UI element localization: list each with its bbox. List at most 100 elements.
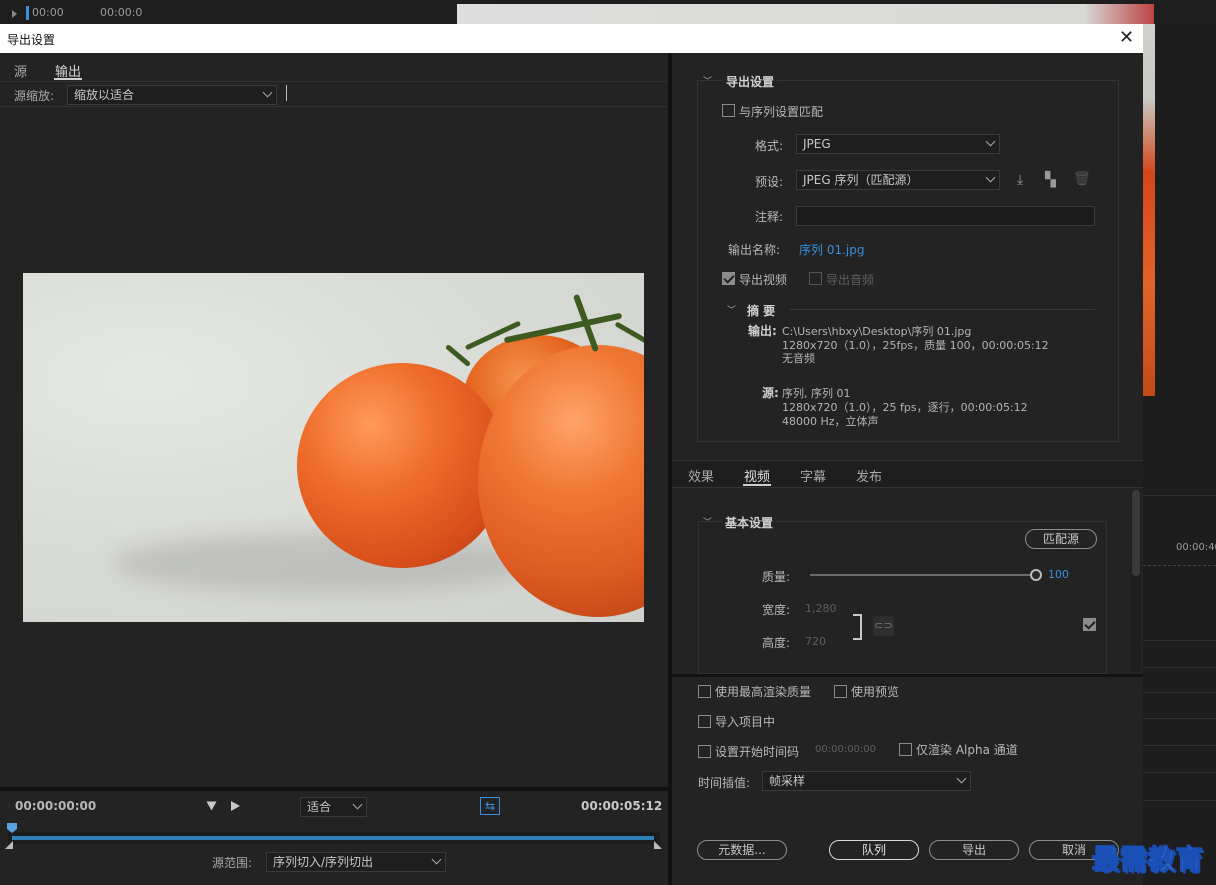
tomato-left [297, 363, 507, 568]
output-name-label: 输出名称: [728, 243, 781, 257]
use-previews-checkbox[interactable] [834, 685, 847, 698]
dialog-titlebar[interactable] [0, 24, 1143, 53]
aspect-correction-icon[interactable]: ⇆ [480, 797, 500, 815]
quality-slider[interactable] [810, 574, 1036, 576]
comment-label: 注释: [755, 210, 784, 224]
chevron-down-icon [956, 773, 967, 784]
export-settings-title: 导出设置 [723, 73, 778, 90]
format-label: 格式: [755, 139, 784, 153]
fit-value: 适合 [307, 800, 332, 814]
summary-source-audio: 48000 Hz，立体声 [782, 415, 879, 428]
chevron-down-icon [352, 799, 363, 810]
quality-label: 质量: [762, 570, 791, 584]
bg-timecode-left: 00:00 [32, 6, 64, 19]
export-audio-label: 导出音频 [826, 273, 875, 287]
tab-publish[interactable]: 发布 [856, 466, 882, 485]
summary-output-spec: 1280x720（1.0），25fps，质量 100，00:00:05:12 [782, 339, 1049, 352]
bg-divider [1143, 718, 1216, 719]
bg-divider [1143, 772, 1216, 773]
summary-source-label: 源: [762, 386, 779, 400]
render-alpha-only-checkbox[interactable] [899, 743, 912, 756]
tab-captions[interactable]: 字幕 [800, 466, 826, 485]
match-sequence-label: 与序列设置匹配 [739, 105, 824, 119]
chevron-down-icon [431, 854, 442, 865]
dialog-title: 导出设置 [7, 33, 56, 47]
fit-dropdown[interactable]: 适合 [300, 797, 367, 817]
height-value[interactable]: 720 [805, 635, 826, 648]
export-video-checkbox[interactable] [722, 272, 735, 285]
in-point-marker[interactable] [5, 841, 13, 849]
export-video-label: 导出视频 [739, 273, 788, 287]
tab-underline [54, 78, 82, 80]
chevron-down-icon [262, 87, 273, 98]
match-sequence-checkbox[interactable] [722, 104, 735, 117]
bg-divider [1143, 692, 1216, 693]
close-button[interactable]: ✕ [1119, 29, 1134, 47]
width-value[interactable]: 1,280 [805, 602, 837, 615]
output-name-link[interactable]: 序列 01.jpg [799, 241, 864, 258]
render-alpha-only-label: 仅渲染 Alpha 通道 [916, 743, 1018, 757]
set-start-timecode-label: 设置开始时间码 [715, 745, 800, 759]
video-preview [23, 273, 644, 622]
chain-link-icon[interactable]: ⊂⊃ [873, 616, 894, 636]
source-range-dropdown[interactable]: 序列切入/序列切出 [266, 852, 446, 872]
export-audio-checkbox[interactable] [809, 272, 822, 285]
start-timecode-value[interactable]: 00:00:00:00 [815, 744, 876, 755]
source-scale-label: 源缩放: [14, 89, 55, 103]
bg-play-icon [12, 10, 17, 18]
link-bracket [853, 614, 862, 640]
bg-playhead [26, 6, 29, 20]
source-range-value: 序列切入/序列切出 [273, 855, 374, 869]
format-value: JPEG [803, 137, 831, 151]
format-dropdown[interactable]: JPEG [796, 134, 1000, 154]
set-out-point-icon[interactable] [231, 801, 240, 811]
summary-output-label: 输出: [748, 324, 777, 338]
metadata-button[interactable]: 元数据... [697, 840, 787, 860]
out-point-marker[interactable] [654, 841, 662, 849]
match-source-button[interactable]: 匹配源 [1025, 529, 1097, 549]
bg-timecode-right: 00:00:0 [100, 6, 143, 19]
tab-effects[interactable]: 效果 [688, 466, 714, 485]
tab-divider [0, 81, 668, 82]
max-render-quality-checkbox[interactable] [698, 685, 711, 698]
bottom-divider [672, 674, 1143, 677]
watermark-logo: 最需教育 [1092, 845, 1204, 877]
set-start-timecode-checkbox[interactable] [698, 745, 711, 758]
bg-divider [1143, 667, 1216, 668]
width-label: 宽度: [762, 603, 791, 617]
height-label: 高度: [762, 636, 791, 650]
delete-preset-icon[interactable]: 🗑 [1073, 172, 1091, 186]
time-interpolation-dropdown[interactable]: 帧采样 [762, 771, 971, 791]
playback-divider [0, 787, 668, 791]
source-scale-value: 缩放以适合 [74, 88, 135, 102]
source-scale-dropdown[interactable]: 缩放以适合 [67, 85, 277, 105]
scrollbar-thumb[interactable] [1132, 490, 1140, 576]
quality-slider-knob[interactable] [1030, 569, 1042, 581]
import-preset-icon[interactable]: ▚ [1045, 173, 1056, 187]
comment-input[interactable] [796, 206, 1095, 226]
current-timecode[interactable]: 00:00:00:00 [15, 799, 96, 813]
scrubber-range[interactable] [12, 836, 654, 840]
chevron-down-icon [985, 172, 996, 183]
basic-caret-icon[interactable]: ﹀ [703, 515, 712, 528]
tab-source[interactable]: 源 [14, 61, 27, 80]
source-range-label: 源范围: [212, 856, 253, 870]
summary-caret-icon[interactable]: ﹀ [727, 303, 736, 316]
export-button[interactable]: 导出 [929, 840, 1019, 860]
set-in-point-icon[interactable] [206, 801, 217, 811]
save-preset-icon[interactable]: ⤓ [1017, 173, 1023, 187]
tab-video[interactable]: 视频 [744, 466, 770, 485]
bg-divider [1143, 745, 1216, 746]
collapse-caret-icon[interactable]: ﹀ [703, 74, 712, 87]
quality-value[interactable]: 100 [1048, 568, 1069, 581]
preset-dropdown[interactable]: JPEG 序列（匹配源） [796, 170, 1000, 190]
queue-button[interactable]: 队列 [829, 840, 919, 860]
bg-timecode-side: 00:00:40 [1176, 542, 1216, 553]
match-source-dim-checkbox[interactable] [1083, 618, 1096, 631]
import-into-project-checkbox[interactable] [698, 715, 711, 728]
scale-divider [0, 106, 668, 107]
bg-divider [1143, 800, 1216, 801]
chevron-down-icon [985, 136, 996, 147]
bg-program-monitor [457, 4, 1154, 24]
subtab-underline [743, 484, 771, 486]
